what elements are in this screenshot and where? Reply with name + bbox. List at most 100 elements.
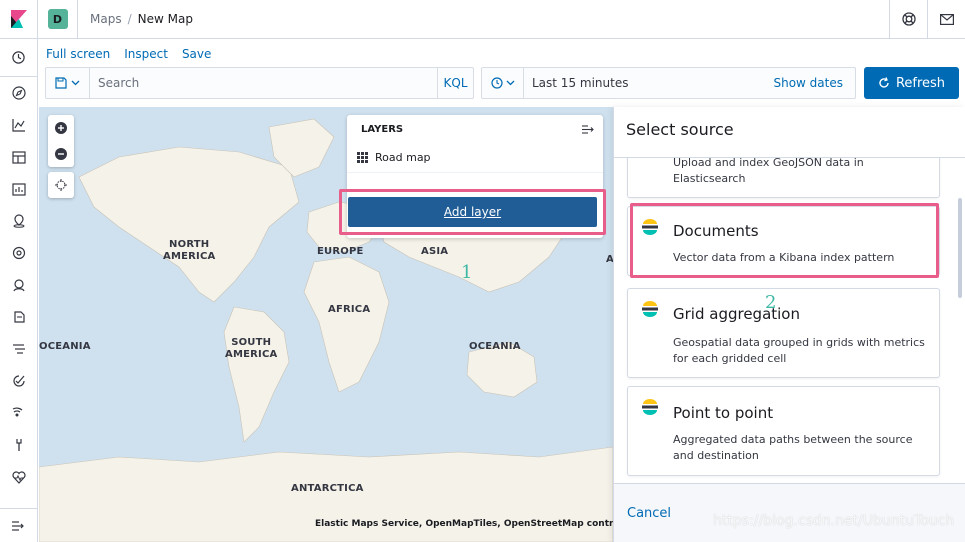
date-picker: Last 15 minutes Show dates	[481, 67, 856, 99]
kibana-logo-icon	[10, 10, 27, 28]
card-title: Grid aggregation	[673, 305, 800, 323]
signal-icon	[12, 407, 22, 417]
quick-select-button[interactable]	[482, 68, 524, 98]
nav-monitoring[interactable]	[0, 461, 37, 493]
machine-learning-icon	[12, 246, 25, 260]
mail-icon	[939, 13, 954, 25]
logs-icon	[13, 311, 25, 323]
breadcrumb-separator: /	[127, 12, 132, 26]
nav-uptime[interactable]	[0, 365, 37, 397]
layer-item-road-map[interactable]: Road map	[347, 143, 603, 173]
canvas-icon	[11, 182, 26, 196]
kibana-logo[interactable]	[0, 0, 38, 39]
inspect-link[interactable]: Inspect	[124, 47, 168, 61]
chevron-down-icon	[506, 80, 514, 86]
save-disk-icon	[55, 77, 67, 89]
layers-title: LAYERS	[361, 123, 404, 135]
infrastructure-icon	[12, 279, 25, 292]
breadcrumb-current: New Map	[137, 12, 193, 26]
source-card-point-to-point[interactable]: Point to point Aggregated data paths bet…	[627, 386, 940, 476]
calendar-clock-icon	[490, 77, 503, 89]
label-oceania-right: OCEANIA	[469, 341, 521, 352]
chevron-down-icon	[71, 80, 80, 86]
refresh-label: Refresh	[895, 75, 946, 91]
nav-maps[interactable]	[0, 205, 37, 237]
source-card-upload-geojson[interactable]: Upload and index GeoJSON data in Elastic…	[627, 157, 940, 198]
nav-dashboard[interactable]	[0, 141, 37, 173]
nav-dev-tools[interactable]	[0, 429, 37, 461]
help-lifebuoy-icon	[901, 12, 916, 26]
space-avatar: D	[47, 9, 68, 29]
nav-collapse-button[interactable]	[0, 508, 37, 542]
label-africa: AFRICA	[328, 304, 371, 315]
app-top-nav: Full screen Inspect Save	[46, 47, 211, 61]
nav-visualize[interactable]	[0, 109, 37, 141]
refresh-icon	[879, 77, 889, 88]
saved-query-button[interactable]	[46, 68, 90, 98]
query-bar: Search KQL	[45, 67, 474, 99]
label-south-america: SOUTH AMERICA	[225, 337, 278, 360]
flyout-title: Select source	[626, 120, 734, 139]
card-title: Point to point	[673, 404, 774, 422]
nav-discover[interactable]	[0, 77, 37, 109]
draw-filter-button[interactable]	[48, 172, 74, 198]
source-list: Upload and index GeoJSON data in Elastic…	[614, 157, 965, 482]
layer-name: Road map	[375, 151, 431, 164]
nav-apm[interactable]	[0, 333, 37, 365]
nav-canvas[interactable]	[0, 173, 37, 205]
zoom-out-button[interactable]	[48, 141, 74, 167]
card-description: Upload and index GeoJSON data in Elastic…	[673, 157, 864, 185]
card-description: Aggregated data paths between the source…	[673, 433, 913, 462]
label-antarctica: ANTARCTICA	[291, 483, 364, 494]
show-dates-link[interactable]: Show dates	[773, 76, 855, 90]
date-range-text[interactable]: Last 15 minutes	[524, 76, 773, 90]
full-screen-link[interactable]: Full screen	[46, 47, 110, 61]
breadcrumb: Maps / New Map	[78, 12, 889, 26]
cancel-button[interactable]: Cancel	[627, 506, 671, 521]
wrench-icon	[15, 439, 22, 451]
help-button[interactable]	[889, 0, 927, 39]
crosshair-icon	[55, 179, 67, 191]
nav-recently-viewed[interactable]	[0, 39, 37, 77]
compass-icon	[11, 86, 26, 100]
map-pin-icon	[13, 214, 24, 228]
nav-logs[interactable]	[0, 301, 37, 333]
label-oceania-left: OCEANIA	[39, 341, 91, 352]
source-list-scrollbar[interactable]	[958, 198, 962, 298]
nav-infrastructure[interactable]	[0, 269, 37, 301]
search-input[interactable]: Search	[90, 76, 437, 90]
collapse-panel-icon[interactable]	[582, 124, 595, 134]
source-card-grid-aggregation[interactable]: Grid aggregation Geospatial data grouped…	[627, 288, 940, 378]
breadcrumb-maps[interactable]: Maps	[90, 12, 122, 26]
zoom-in-button[interactable]	[48, 115, 74, 141]
global-header: D Maps / New Map	[0, 0, 965, 39]
side-nav	[0, 39, 38, 542]
newsfeed-button[interactable]	[927, 0, 965, 39]
nav-siem[interactable]	[0, 397, 37, 429]
label-edge-a: A	[606, 254, 613, 265]
label-asia: ASIA	[421, 246, 449, 257]
space-selector[interactable]: D	[38, 0, 78, 39]
kql-toggle-button[interactable]: KQL	[437, 68, 473, 98]
zoom-control	[48, 115, 74, 167]
annotation-step-1: 1	[461, 262, 473, 283]
layers-header: LAYERS	[347, 115, 603, 143]
select-source-flyout: Select source Upload and index GeoJSON d…	[613, 107, 965, 542]
elasticsearch-icon	[642, 399, 658, 415]
documents-highlight	[630, 203, 939, 278]
refresh-button[interactable]: Refresh	[864, 67, 959, 99]
card-description: Geospatial data grouped in grids with me…	[673, 336, 925, 365]
visualize-icon	[11, 119, 25, 132]
save-link[interactable]: Save	[182, 47, 211, 61]
plus-icon	[55, 122, 67, 134]
add-layer-button[interactable]: Add layer	[348, 197, 597, 227]
minus-icon	[55, 148, 67, 160]
nav-machine-learning[interactable]	[0, 237, 37, 269]
dashboard-icon	[11, 150, 26, 164]
clock-icon	[12, 51, 25, 64]
uptime-icon	[12, 375, 25, 387]
map-attribution[interactable]: Elastic Maps Service, OpenMapTiles, Open…	[315, 519, 650, 529]
elasticsearch-icon	[642, 301, 658, 317]
apm-icon	[12, 343, 25, 354]
annotation-step-2: 2	[765, 292, 777, 313]
